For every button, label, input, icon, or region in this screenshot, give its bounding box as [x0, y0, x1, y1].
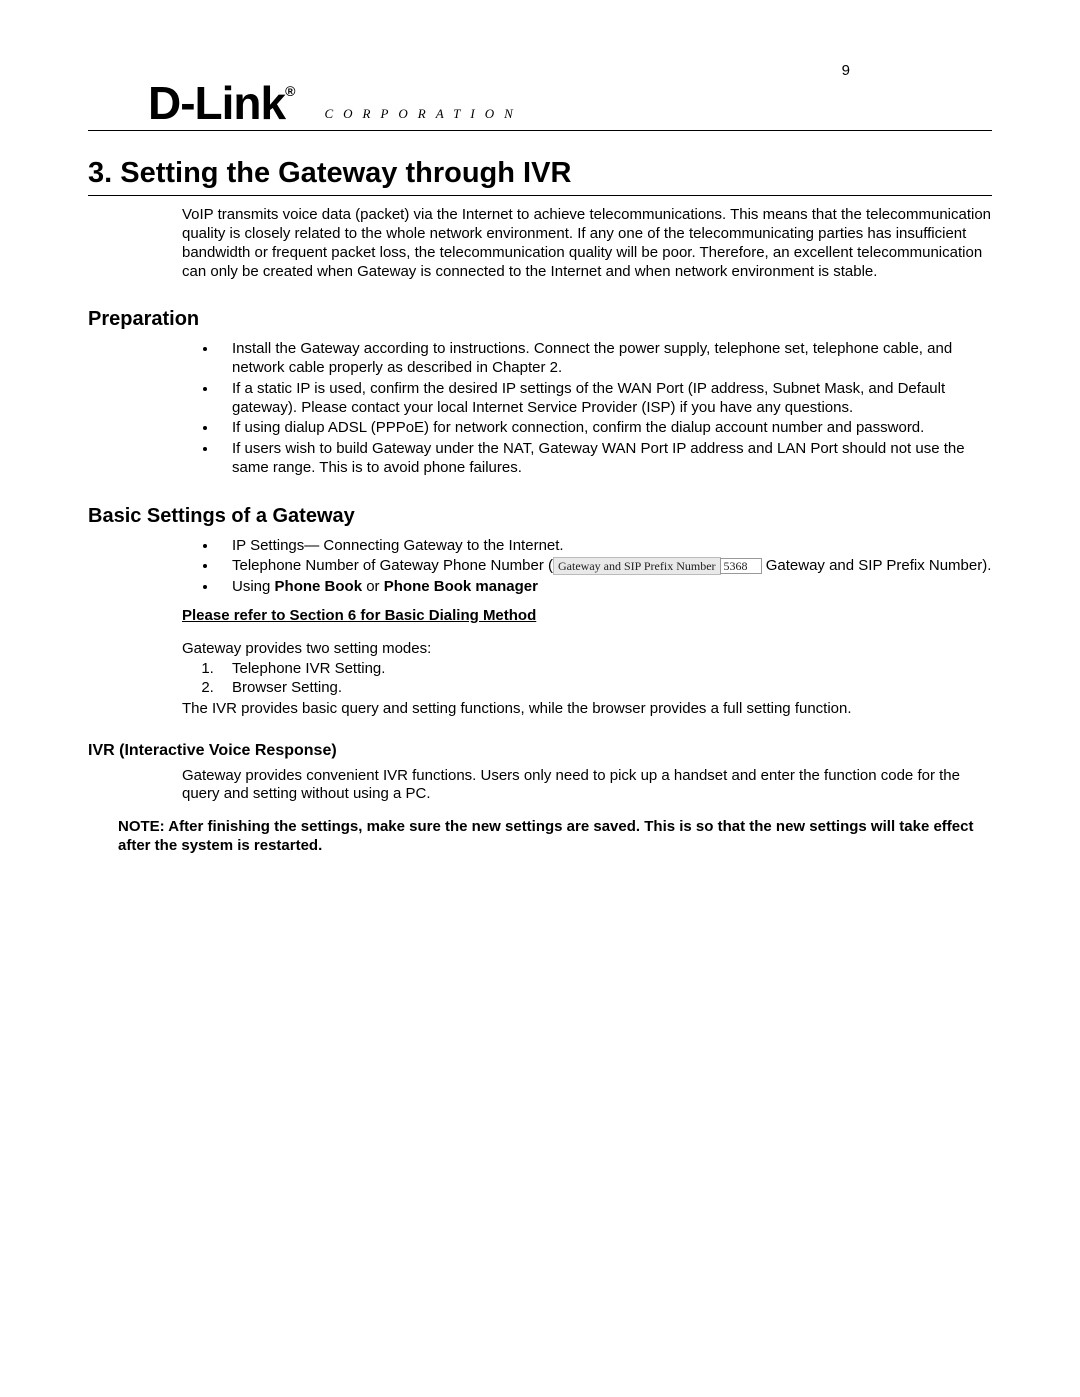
phone-book-manager-bold: Phone Book manager	[384, 578, 538, 595]
text: Telephone Number of Gateway Phone Number…	[232, 557, 553, 574]
text: or	[362, 578, 384, 595]
page: 9 D-Link® CORPORATION 3. Setting the Gat…	[0, 0, 1080, 1397]
intro-paragraph: VoIP transmits voice data (packet) via t…	[182, 206, 992, 281]
list-item: If users wish to build Gateway under the…	[218, 440, 992, 478]
modes-outro: The IVR provides basic query and setting…	[182, 700, 992, 719]
page-number: 9	[842, 62, 850, 81]
corporation-text: CORPORATION	[324, 106, 522, 126]
list-item: Telephone IVR Setting.	[218, 660, 992, 679]
modes-intro: Gateway provides two setting modes:	[182, 640, 992, 659]
list-item: Telephone Number of Gateway Phone Number…	[218, 557, 992, 576]
content: 3. Setting the Gateway through IVR VoIP …	[88, 155, 992, 856]
basic-settings-heading: Basic Settings of a Gateway	[88, 504, 992, 529]
list-item: IP Settings— Connecting Gateway to the I…	[218, 537, 992, 556]
logo: D-Link®	[148, 80, 294, 126]
trademark-icon: ®	[285, 83, 294, 99]
list-item: If using dialup ADSL (PPPoE) for network…	[218, 419, 992, 438]
note-text: NOTE: After finishing the settings, make…	[118, 818, 992, 856]
reference-line: Please refer to Section 6 for Basic Dial…	[182, 607, 992, 626]
header: D-Link® CORPORATION	[88, 80, 992, 130]
text: Gateway and SIP Prefix Number).	[766, 557, 992, 574]
preparation-list: Install the Gateway according to instruc…	[88, 340, 992, 477]
prefix-number-label: Gateway and SIP Prefix Number	[553, 557, 721, 575]
list-item: Browser Setting.	[218, 679, 992, 698]
basic-settings-list: IP Settings— Connecting Gateway to the I…	[88, 537, 992, 597]
ivr-heading: IVR (Interactive Voice Response)	[88, 741, 992, 761]
text: Using	[232, 578, 275, 595]
list-item: If a static IP is used, confirm the desi…	[218, 380, 992, 418]
phone-book-bold: Phone Book	[275, 578, 363, 595]
preparation-heading: Preparation	[88, 307, 992, 332]
list-item: Using Phone Book or Phone Book manager	[218, 578, 992, 597]
prefix-number-input[interactable]: 5368	[720, 558, 762, 574]
section-title: 3. Setting the Gateway through IVR	[88, 155, 992, 196]
ivr-paragraph: Gateway provides convenient IVR function…	[182, 767, 992, 805]
header-divider	[88, 130, 992, 131]
list-item: Install the Gateway according to instruc…	[218, 340, 992, 378]
modes-list: Telephone IVR Setting. Browser Setting.	[88, 660, 992, 698]
logo-text: D-Link	[148, 77, 285, 129]
